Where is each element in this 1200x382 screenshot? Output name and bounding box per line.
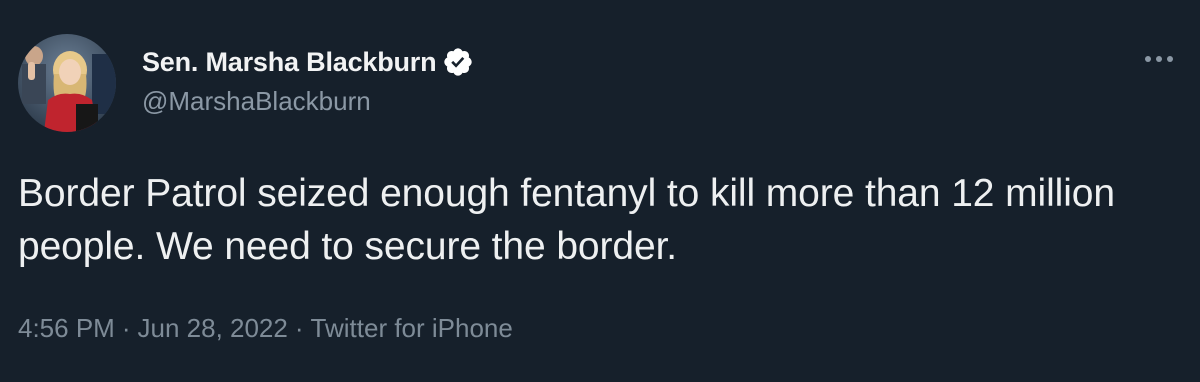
tweet-time[interactable]: 4:56 PM (18, 313, 115, 343)
author-name-row: Sen. Marsha Blackburn (142, 44, 474, 80)
meta-separator: · (121, 313, 131, 343)
tweet-text: Border Patrol seized enough fentanyl to … (18, 172, 1115, 268)
tweet-source[interactable]: Twitter for iPhone (311, 313, 513, 343)
avatar[interactable] (18, 34, 116, 132)
tweet-date[interactable]: Jun 28, 2022 (138, 313, 288, 343)
verified-badge-icon (442, 46, 474, 78)
tweet-card: Sen. Marsha Blackburn @MarshaBlackburn B… (0, 0, 1200, 382)
avatar-image (18, 34, 116, 132)
more-options-icon[interactable] (1144, 52, 1174, 66)
meta-separator: · (294, 313, 304, 343)
display-name[interactable]: Sen. Marsha Blackburn (142, 47, 437, 78)
tweet-meta: 4:56 PM · Jun 28, 2022 · Twitter for iPhone (18, 313, 513, 344)
author-handle[interactable]: @MarshaBlackburn (142, 86, 371, 117)
